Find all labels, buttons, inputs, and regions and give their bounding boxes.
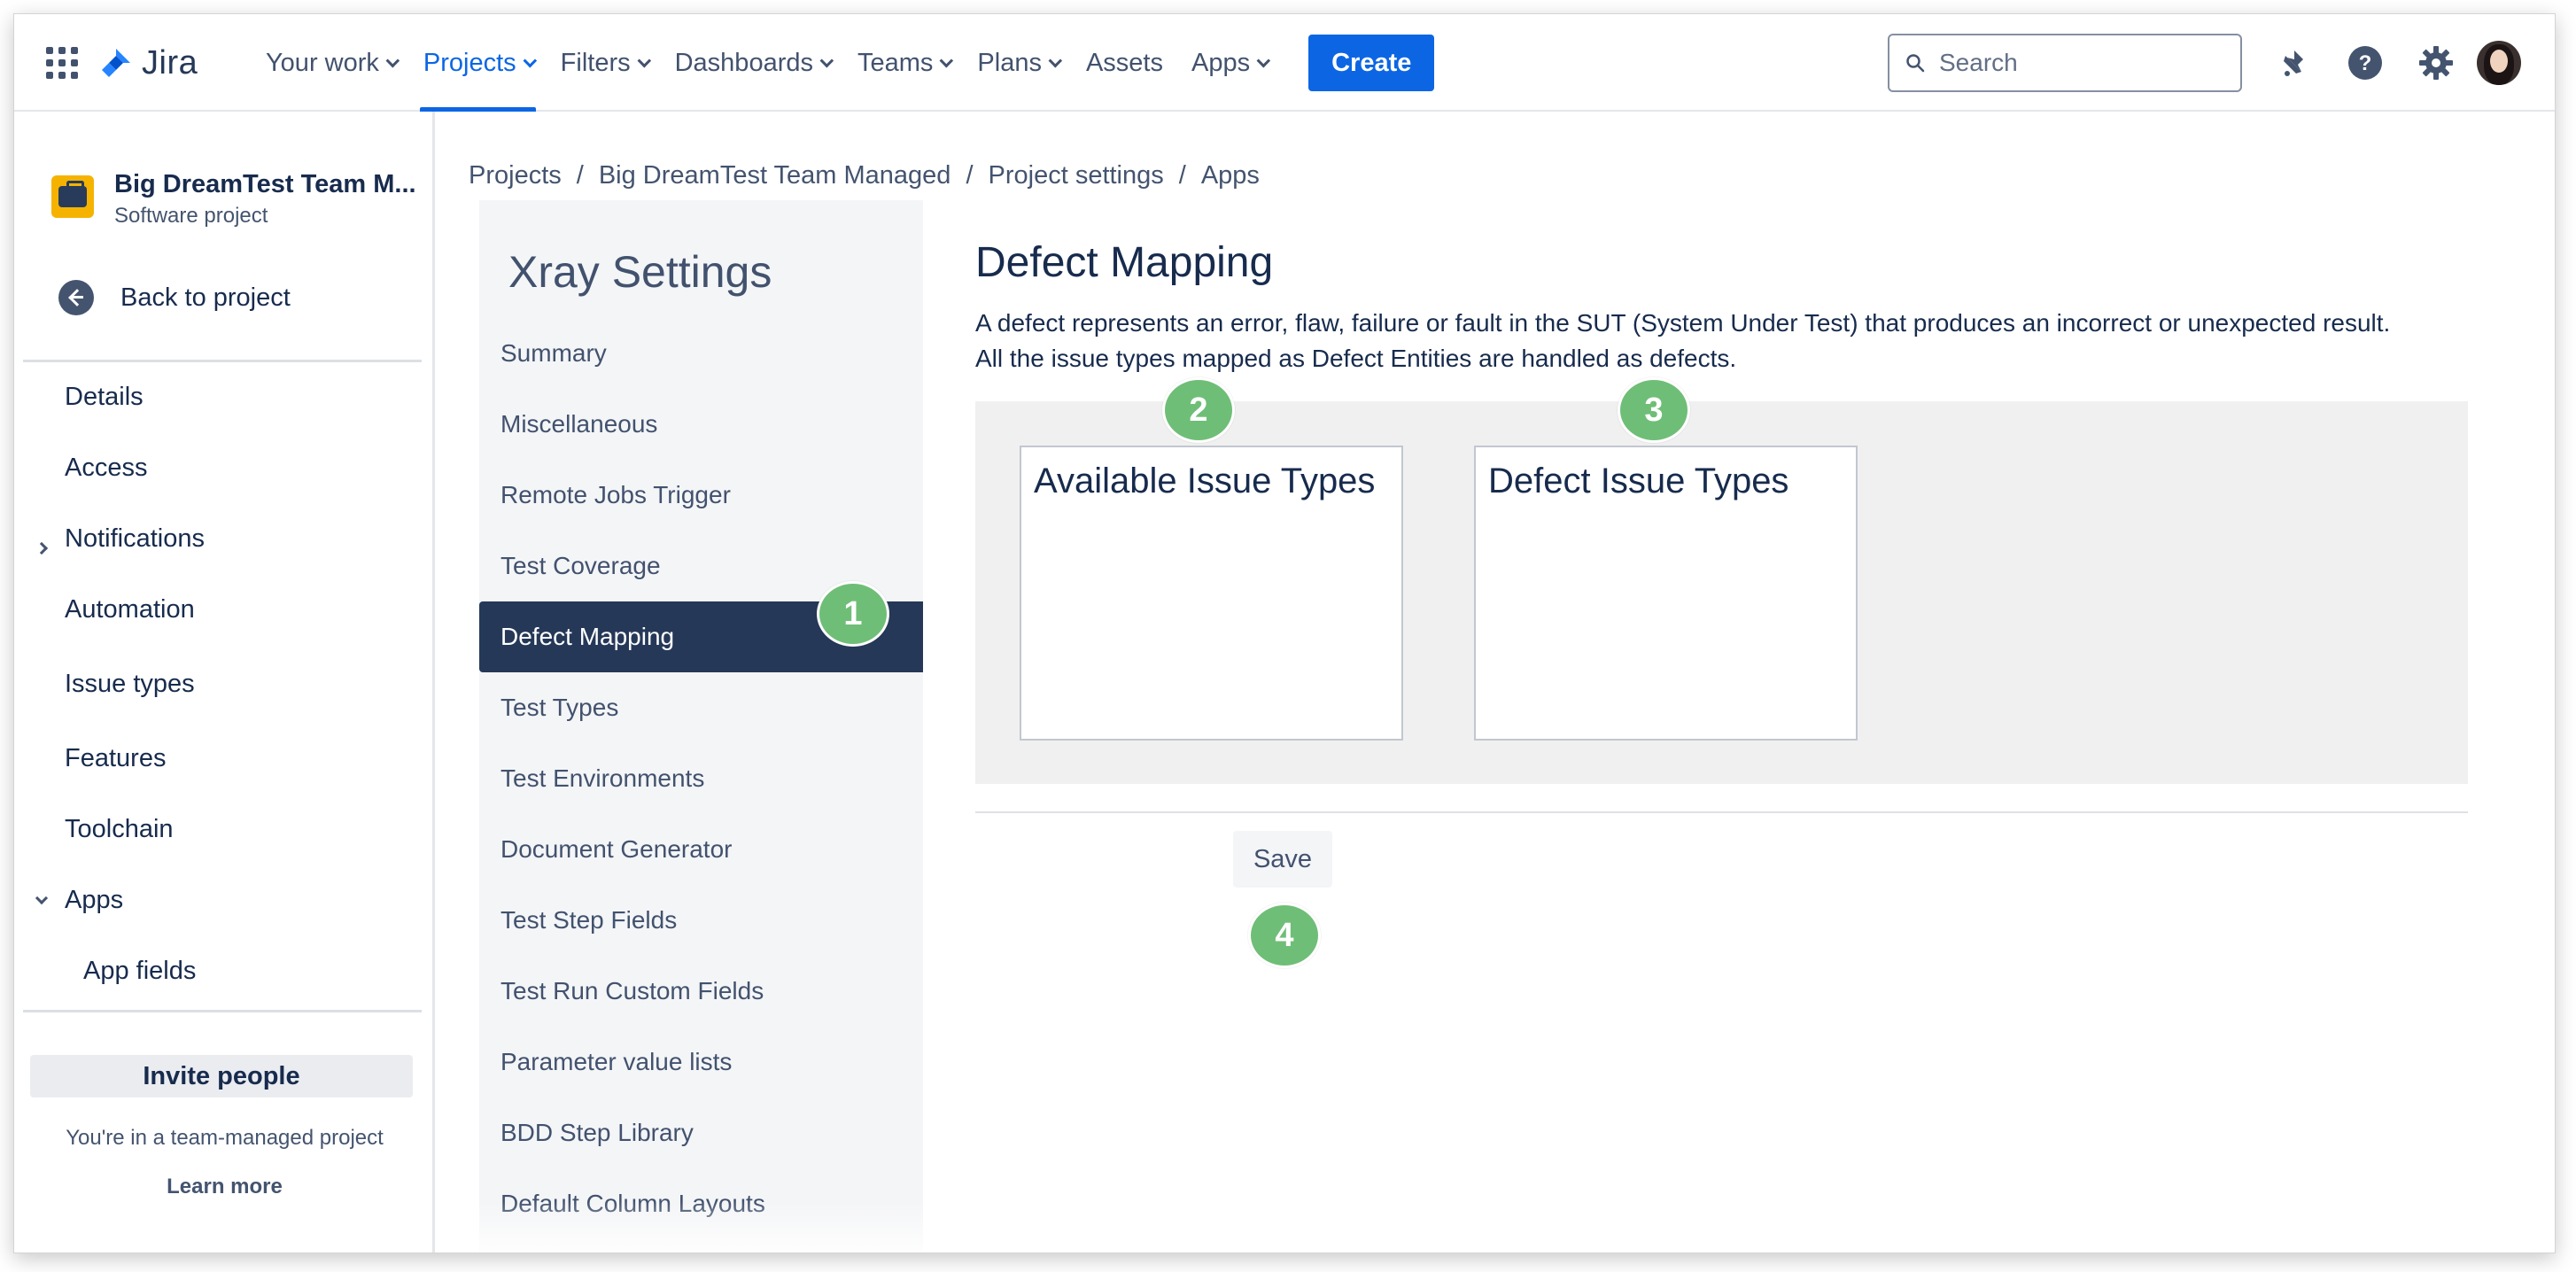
- xray-item-parameter-value-lists[interactable]: Parameter value lists: [479, 1027, 923, 1097]
- search-input[interactable]: Search: [1888, 34, 2242, 92]
- breadcrumb-projects[interactable]: Projects: [469, 161, 562, 190]
- breadcrumb-separator: /: [1178, 161, 1186, 190]
- jira-logo[interactable]: Jira: [98, 43, 198, 82]
- nav-plans-label: Plans: [977, 48, 1042, 77]
- sidebar-item-features[interactable]: Features: [65, 744, 166, 773]
- available-issue-types-list[interactable]: Available Issue Types: [1020, 446, 1403, 741]
- sidebar-item-issue-types[interactable]: Issue types: [65, 670, 195, 699]
- breadcrumb-project[interactable]: Big DreamTest Team Managed: [599, 161, 951, 190]
- description-line-2: All the issue types mapped as Defect Ent…: [975, 345, 1737, 372]
- chevron-down-icon[interactable]: [35, 891, 49, 905]
- sidebar-item-toolchain[interactable]: Toolchain: [65, 815, 174, 844]
- description-line-1: A defect represents an error, flaw, fail…: [975, 309, 2391, 337]
- chevron-down-icon: [385, 53, 400, 67]
- xray-item-document-generator[interactable]: Document Generator: [479, 814, 923, 885]
- jira-logo-text: Jira: [142, 43, 198, 81]
- callout-badge-2: 2: [1162, 377, 1235, 443]
- callout-badge-3: 3: [1618, 377, 1690, 443]
- xray-item-test-types[interactable]: Test Types: [479, 672, 923, 743]
- xray-item-miscellaneous[interactable]: Miscellaneous: [479, 389, 923, 460]
- project-type: Software project: [114, 204, 268, 228]
- xray-item-test-environments[interactable]: Test Environments: [479, 743, 923, 814]
- chevron-down-icon: [637, 53, 651, 67]
- xray-item-remote-jobs-trigger[interactable]: Remote Jobs Trigger: [479, 460, 923, 531]
- breadcrumb-separator: /: [966, 161, 974, 190]
- primary-nav: Your work Projects Filters Dashboards Te…: [253, 14, 1435, 112]
- project-name: Big DreamTest Team M...: [114, 170, 416, 198]
- scroll-fade: [479, 1201, 923, 1253]
- breadcrumb-project-settings[interactable]: Project settings: [989, 161, 1164, 190]
- nav-filters[interactable]: Filters: [548, 14, 659, 112]
- notifications-icon[interactable]: [2275, 43, 2314, 82]
- project-briefcase-icon: [51, 175, 94, 218]
- content-divider: [975, 811, 2468, 813]
- breadcrumb-separator: /: [576, 161, 584, 190]
- defect-issue-types-list[interactable]: Defect Issue Types: [1474, 446, 1858, 741]
- user-avatar[interactable]: [2477, 41, 2521, 85]
- nav-plans[interactable]: Plans: [965, 14, 1070, 112]
- chevron-down-icon: [819, 53, 834, 67]
- project-sidebar: Big DreamTest Team M... Software project…: [14, 112, 435, 1253]
- sidebar-divider: [23, 360, 422, 362]
- back-to-project-label: Back to project: [120, 283, 291, 312]
- nav-dashboards-label: Dashboards: [674, 48, 813, 77]
- app-switcher-icon[interactable]: [46, 47, 78, 79]
- chevron-down-icon: [1048, 53, 1063, 67]
- search-icon: [1906, 54, 1925, 73]
- xray-item-test-run-custom-fields[interactable]: Test Run Custom Fields: [479, 956, 923, 1027]
- nav-apps-label: Apps: [1191, 48, 1251, 77]
- xray-item-test-step-fields[interactable]: Test Step Fields: [479, 885, 923, 956]
- callout-badge-1: 1: [817, 581, 889, 647]
- callout-badge-4: 4: [1248, 903, 1321, 968]
- xray-settings-panel: Xray Settings Summary Miscellaneous Remo…: [479, 200, 923, 1253]
- back-to-project-link[interactable]: Back to project: [58, 280, 291, 315]
- jira-logo-icon: [102, 49, 130, 77]
- sidebar-divider: [23, 1010, 422, 1012]
- sidebar-item-notifications[interactable]: Notifications: [65, 524, 205, 554]
- save-button[interactable]: Save: [1233, 831, 1332, 888]
- top-navigation: Jira Your work Projects Filters Dashboar…: [14, 14, 2555, 112]
- breadcrumb: Projects / Big DreamTest Team Managed / …: [469, 161, 1260, 190]
- chevron-right-icon[interactable]: [35, 541, 49, 555]
- help-icon[interactable]: ?: [2346, 43, 2385, 82]
- nav-dashboards[interactable]: Dashboards: [663, 14, 842, 112]
- xray-item-bdd-step-library[interactable]: BDD Step Library: [479, 1097, 923, 1168]
- search-placeholder: Search: [1939, 49, 2018, 76]
- breadcrumb-apps[interactable]: Apps: [1201, 161, 1260, 190]
- xray-settings-title: Xray Settings: [508, 247, 772, 297]
- available-issue-types-header: Available Issue Types: [1034, 461, 1376, 500]
- learn-more-link[interactable]: Learn more: [14, 1175, 435, 1199]
- arrow-left-icon: [58, 280, 94, 315]
- nav-teams-label: Teams: [857, 48, 934, 77]
- nav-apps[interactable]: Apps: [1179, 14, 1278, 112]
- sidebar-item-automation[interactable]: Automation: [65, 595, 195, 624]
- team-managed-note: You're in a team-managed project: [66, 1126, 384, 1150]
- sidebar-item-app-fields[interactable]: App fields: [83, 957, 196, 986]
- nav-filters-label: Filters: [560, 48, 631, 77]
- nav-projects-label: Projects: [423, 48, 516, 77]
- nav-assets[interactable]: Assets: [1074, 14, 1175, 112]
- chevron-down-icon: [523, 53, 537, 67]
- defect-mapping-area: Available Issue Types Defect Issue Types: [975, 401, 2468, 784]
- chevron-down-icon: [939, 53, 954, 67]
- nav-teams[interactable]: Teams: [845, 14, 961, 112]
- sidebar-item-access[interactable]: Access: [65, 454, 147, 483]
- nav-assets-label: Assets: [1085, 48, 1163, 77]
- settings-gear-icon[interactable]: [2417, 43, 2456, 82]
- project-header[interactable]: Big DreamTest Team M... Software project: [51, 170, 423, 228]
- defect-issue-types-header: Defect Issue Types: [1488, 461, 1789, 500]
- page-title: Defect Mapping: [975, 239, 1274, 286]
- invite-people-button[interactable]: Invite people: [30, 1055, 413, 1097]
- create-button[interactable]: Create: [1308, 35, 1435, 91]
- xray-item-summary[interactable]: Summary: [479, 318, 923, 389]
- nav-projects[interactable]: Projects: [411, 14, 545, 112]
- sidebar-item-details[interactable]: Details: [65, 383, 144, 412]
- nav-your-work-label: Your work: [266, 48, 379, 77]
- svg-text:?: ?: [2359, 51, 2372, 75]
- sidebar-item-apps[interactable]: Apps: [65, 886, 123, 915]
- jira-window: Jira Your work Projects Filters Dashboar…: [13, 13, 2556, 1253]
- chevron-down-icon: [1256, 53, 1271, 67]
- nav-your-work[interactable]: Your work: [253, 14, 407, 112]
- page-description: A defect represents an error, flaw, fail…: [975, 306, 2508, 376]
